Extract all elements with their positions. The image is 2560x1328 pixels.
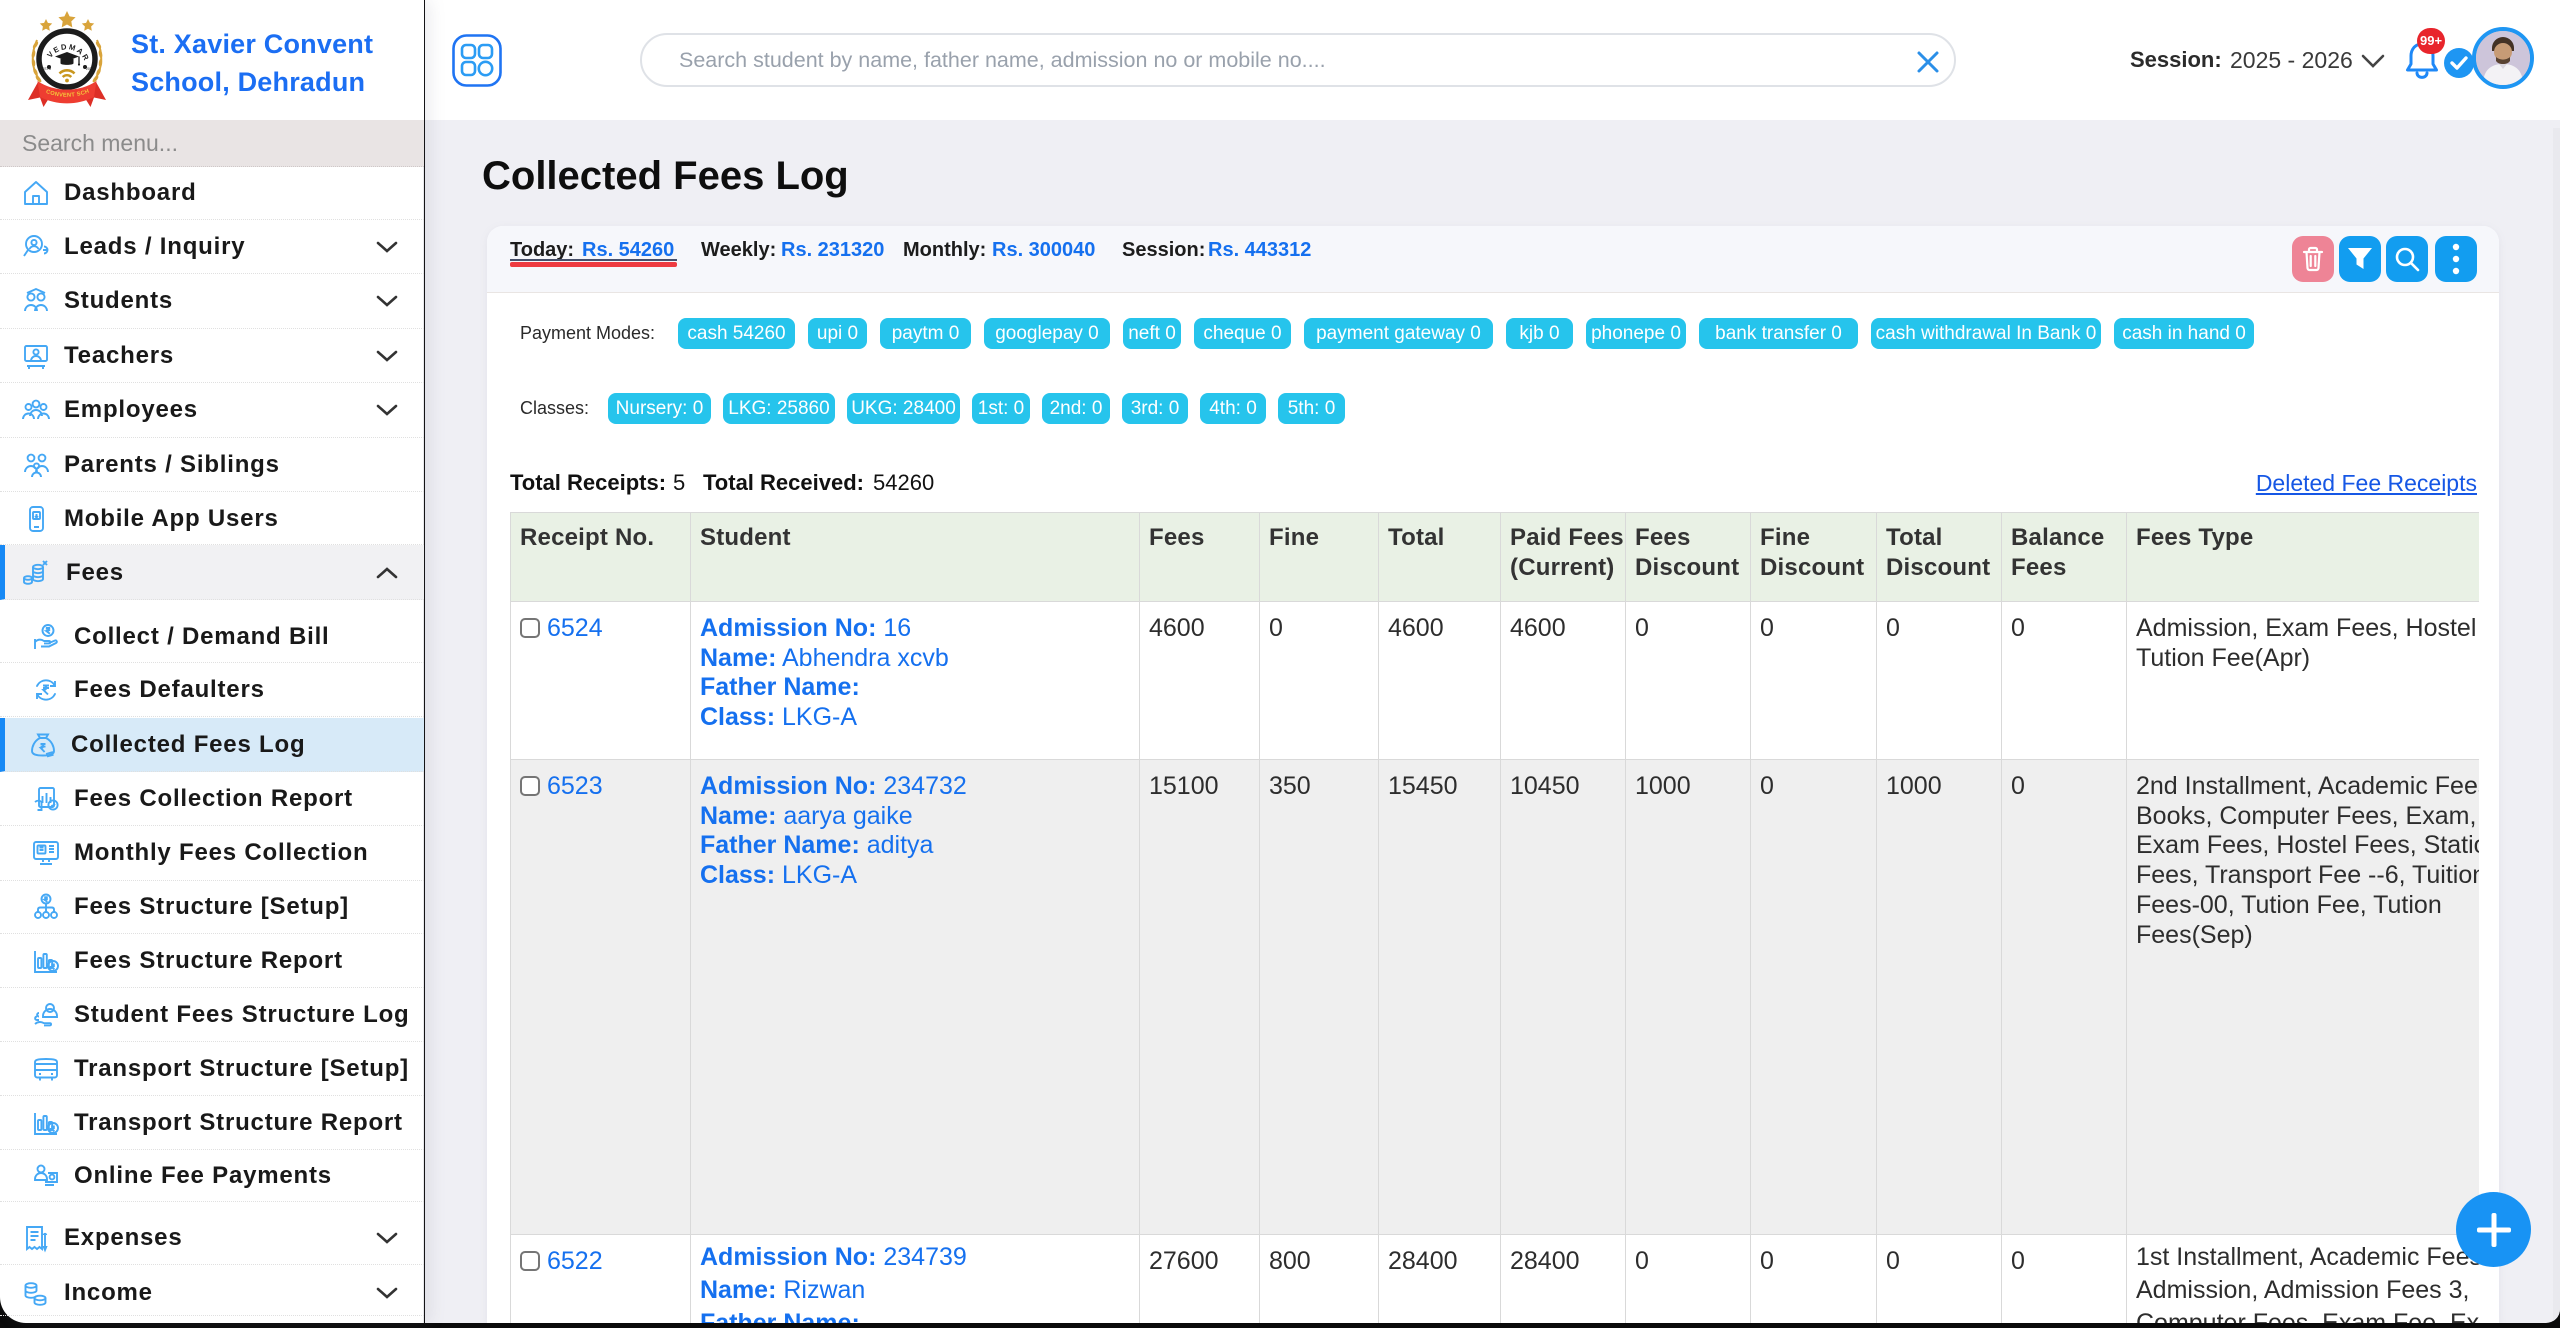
svg-text:ESTD: ESTD bbox=[42, 67, 52, 71]
svg-text:2017: 2017 bbox=[86, 67, 94, 71]
